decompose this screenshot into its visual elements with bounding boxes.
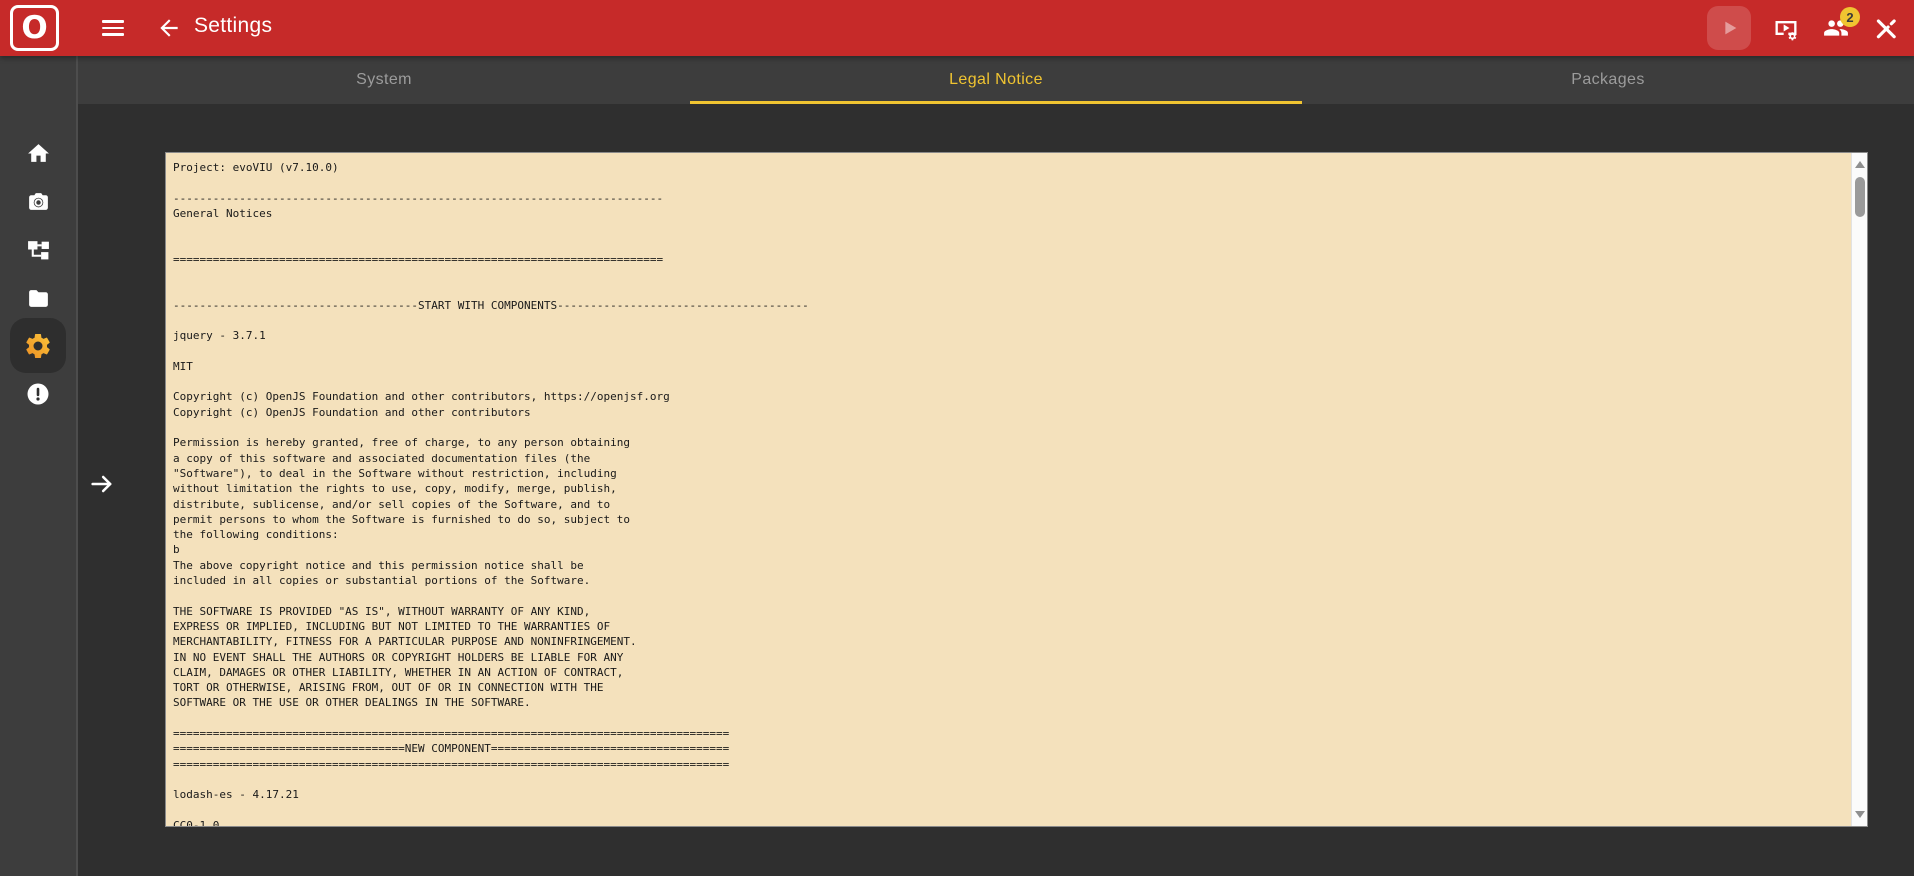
- sidebar-item-camera[interactable]: [0, 189, 76, 214]
- notification-badge: 2: [1840, 7, 1860, 27]
- app-window: O Settings 2 System Legal Notice Package…: [0, 0, 1914, 876]
- play-button[interactable]: [1707, 6, 1751, 50]
- sidebar-item-files[interactable]: [0, 286, 76, 311]
- tab-packages-label: Packages: [1571, 71, 1645, 88]
- scroll-down-icon[interactable]: [1855, 811, 1865, 818]
- camera-icon: [28, 193, 48, 210]
- sidebar-item-pipeline[interactable]: [0, 237, 76, 262]
- video-settings-icon[interactable]: [1772, 14, 1800, 42]
- users-icon[interactable]: 2: [1821, 7, 1860, 41]
- sidebar: [0, 56, 78, 876]
- tab-system-label: System: [356, 71, 412, 88]
- app-logo: O: [10, 5, 59, 51]
- sidebar-item-settings[interactable]: [10, 318, 66, 373]
- warning-icon: [27, 383, 49, 405]
- vertical-scrollbar[interactable]: [1851, 153, 1867, 826]
- exit-tools-icon[interactable]: [1872, 14, 1900, 42]
- settings-tabbar: System Legal Notice Packages: [78, 56, 1914, 104]
- folder-icon: [28, 290, 48, 307]
- tab-system[interactable]: System: [78, 56, 690, 104]
- page-title: Settings: [194, 14, 273, 37]
- header-bar: O Settings 2: [0, 0, 1914, 56]
- sidebar-item-home[interactable]: [0, 141, 76, 166]
- back-arrow-icon[interactable]: [156, 15, 182, 41]
- legal-notice-textarea[interactable]: Project: evoVIU (v7.10.0) --------------…: [165, 152, 1868, 827]
- header-actions: 2: [1707, 0, 1900, 56]
- legal-notice-text: Project: evoVIU (v7.10.0) --------------…: [173, 161, 809, 827]
- tab-legal-notice[interactable]: Legal Notice: [690, 56, 1302, 104]
- home-icon: [27, 144, 49, 162]
- gear-icon: [26, 333, 50, 358]
- tab-legal-notice-label: Legal Notice: [949, 71, 1043, 88]
- logo-letter: O: [21, 9, 48, 46]
- scrollbar-thumb[interactable]: [1855, 177, 1865, 217]
- expand-panel-arrow-icon[interactable]: [88, 470, 116, 503]
- menu-icon[interactable]: [102, 15, 128, 41]
- scroll-up-icon[interactable]: [1855, 161, 1865, 168]
- tab-packages[interactable]: Packages: [1302, 56, 1914, 104]
- sidebar-item-notifications[interactable]: [0, 382, 76, 406]
- flow-tree-icon: [27, 241, 49, 260]
